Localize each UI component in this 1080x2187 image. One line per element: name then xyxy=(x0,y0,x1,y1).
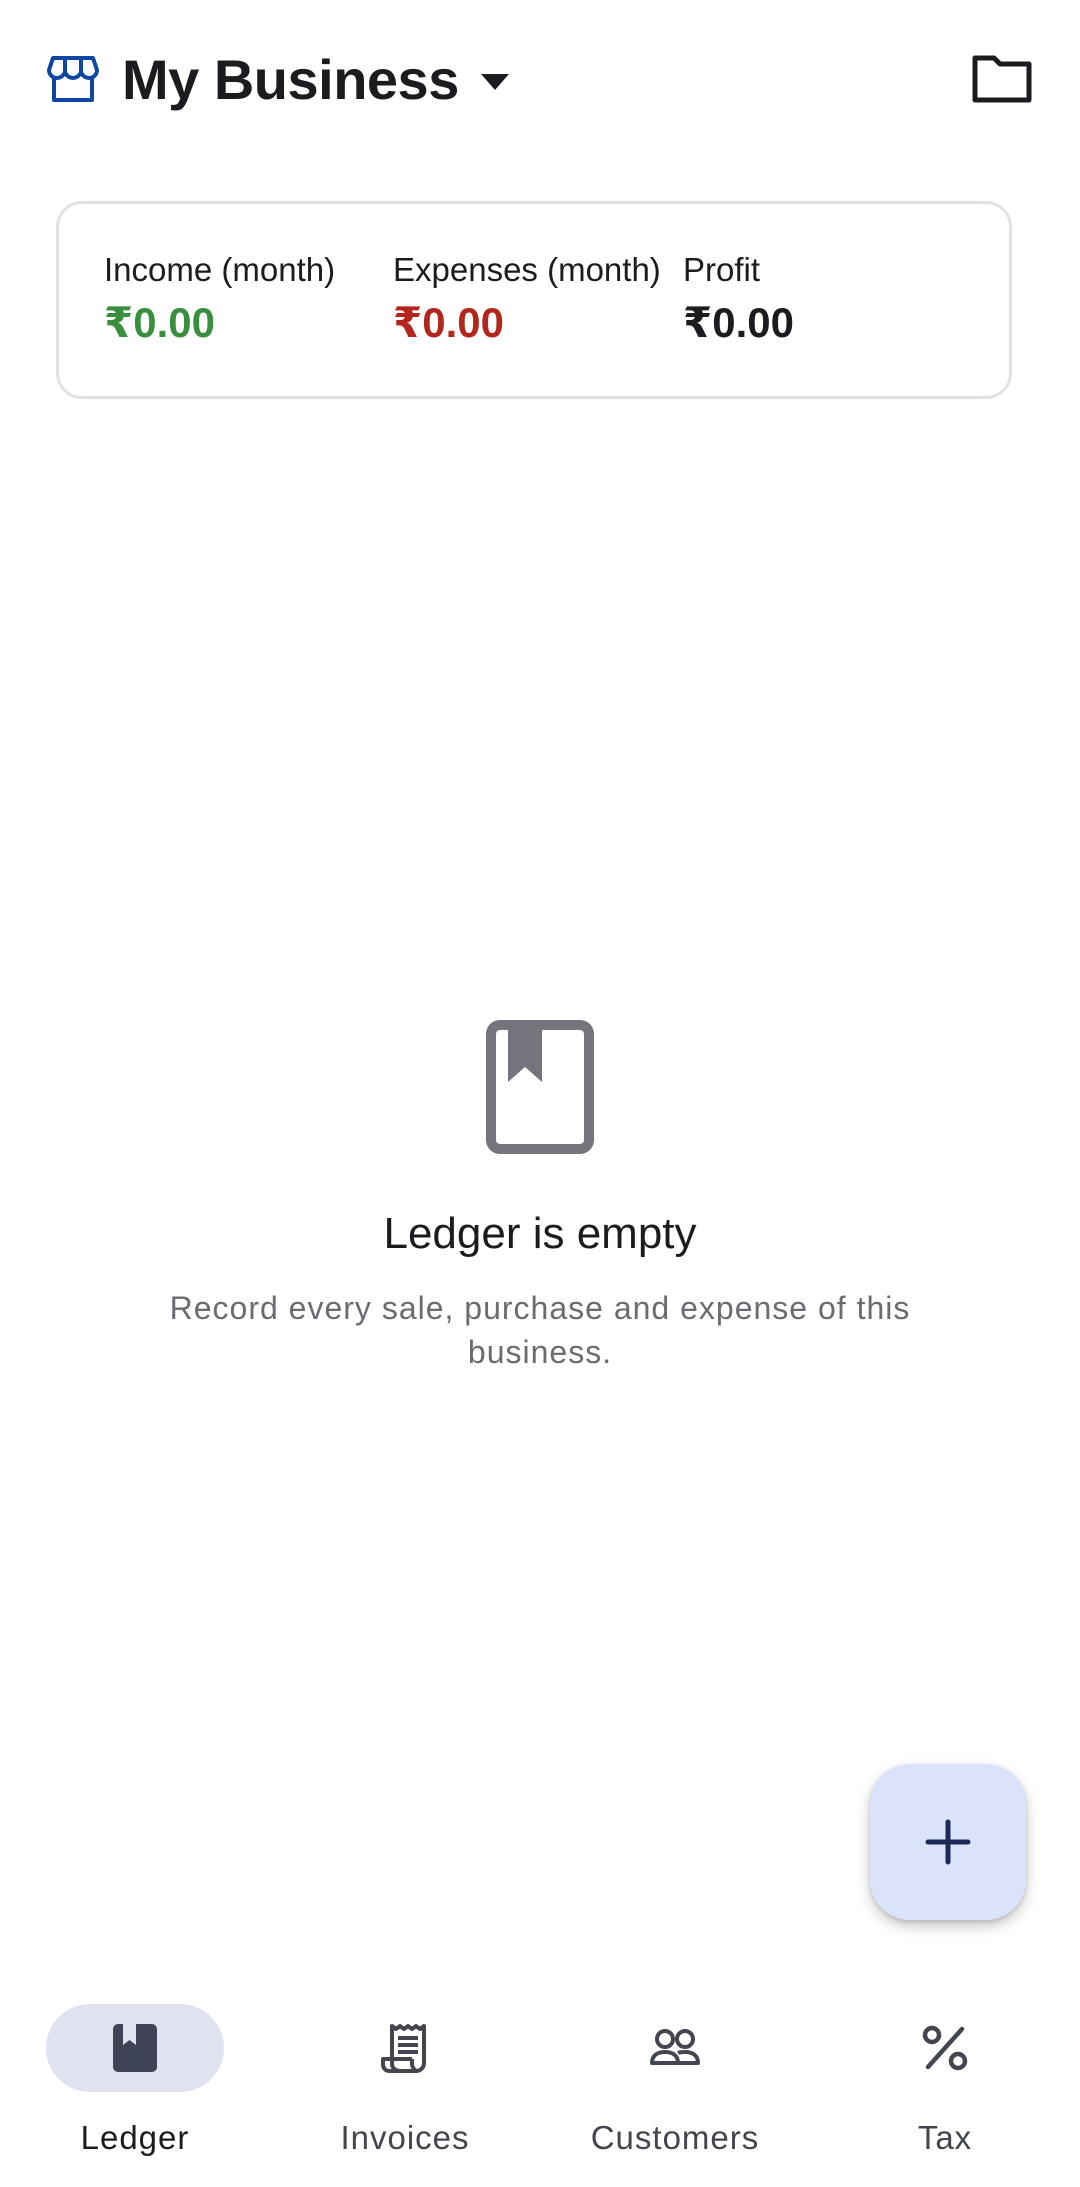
nav-item-invoices[interactable]: Invoices xyxy=(270,1980,540,2187)
top-app-bar: My Business xyxy=(0,0,1080,160)
arrow-drop-down-icon xyxy=(480,74,509,90)
percent-icon xyxy=(922,2025,968,2071)
expenses-stat: Expenses (month) ₹0.00 xyxy=(393,250,661,350)
bottom-navigation: Ledger Invoices Customers Tax xyxy=(0,1980,1080,2187)
book-icon xyxy=(486,1020,594,1154)
empty-state-title: Ledger is empty xyxy=(383,1209,697,1258)
expenses-label: Expenses (month) xyxy=(393,251,661,288)
nav-label-invoices: Invoices xyxy=(340,2119,470,2156)
profit-value: ₹0.00 xyxy=(683,299,794,346)
nav-label-tax: Tax xyxy=(917,2119,973,2156)
business-name: My Business xyxy=(122,48,459,111)
profit-label: Profit xyxy=(683,251,761,288)
empty-state: Ledger is empty Record every sale, purch… xyxy=(0,1020,1080,1374)
storefront-icon xyxy=(47,56,99,102)
nav-item-tax[interactable]: Tax xyxy=(810,1980,1080,2187)
app-root: My Business Income (month) ₹0.00 Expense… xyxy=(0,0,1080,2187)
book-icon xyxy=(113,2024,157,2072)
nav-label-customers: Customers xyxy=(590,2119,760,2156)
receipt-icon xyxy=(381,2024,426,2073)
empty-state-description: Record every sale, purchase and expense … xyxy=(169,1290,911,1370)
add-entry-button[interactable] xyxy=(870,1764,1026,1920)
income-stat: Income (month) ₹0.00 xyxy=(104,250,335,350)
nav-item-ledger[interactable]: Ledger xyxy=(0,1980,270,2187)
nav-item-customers[interactable]: Customers xyxy=(540,1980,810,2187)
profit-stat: Profit ₹0.00 xyxy=(683,250,794,350)
income-label: Income (month) xyxy=(104,251,336,288)
summary-card: Income (month) ₹0.00 Expenses (month) ₹0… xyxy=(56,201,1012,399)
plus-icon xyxy=(925,1819,971,1865)
group-icon xyxy=(650,2029,700,2065)
expenses-value: ₹0.00 xyxy=(393,299,504,346)
income-value: ₹0.00 xyxy=(104,299,215,346)
business-switcher[interactable]: My Business xyxy=(122,42,511,118)
nav-label-ledger: Ledger xyxy=(80,2119,190,2156)
folder-icon[interactable] xyxy=(970,48,1034,108)
